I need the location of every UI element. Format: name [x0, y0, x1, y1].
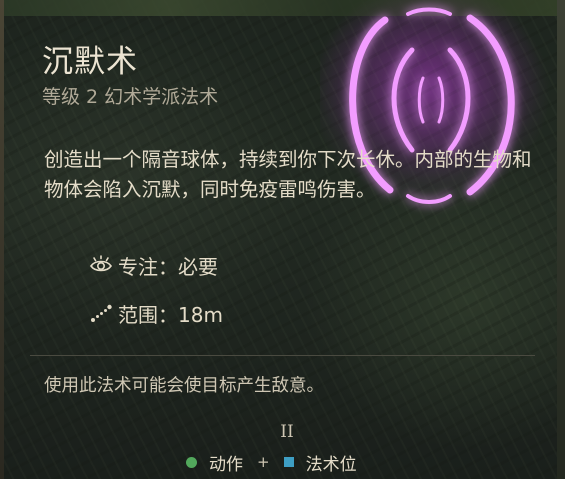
spell-level-roman: II [280, 422, 294, 442]
hostility-warning: 使用此法术可能会使目标产生敌意。 [44, 376, 324, 396]
resource-costs: 动作 + 法术位 [186, 450, 357, 475]
cost-spell-slot-label: 法术位 [305, 454, 357, 475]
spell-name: 沉默术 [42, 44, 138, 80]
range-label: 范围：18m [118, 302, 223, 327]
cost-plus-sign: + [257, 453, 270, 471]
range-dotted-line-icon [88, 302, 114, 324]
range-row: 范围：18m [88, 298, 223, 328]
action-green-circle-icon [186, 456, 197, 468]
spell-description: 创造出一个隔音球体，持续到你下次长休。内部的生物和物体会陷入沉默，同时免疫雷鸣伤… [44, 148, 532, 201]
section-divider [30, 355, 535, 356]
spell-level-school: 等级 2 幻术学派法术 [42, 86, 219, 108]
tooltip-left-edge [0, 0, 4, 479]
eye-concentration-icon [88, 254, 114, 276]
cost-action-label: 动作 [209, 454, 243, 475]
spell-tooltip: 沉默术 等级 2 幻术学派法术 创造出一个隔音球体，持续到你下次长休。内部的生物… [0, 0, 565, 479]
concentration-label: 专注：必要 [118, 254, 218, 279]
spell-slot-blue-square-icon [283, 457, 294, 467]
concentration-row: 专注：必要 [88, 250, 218, 280]
